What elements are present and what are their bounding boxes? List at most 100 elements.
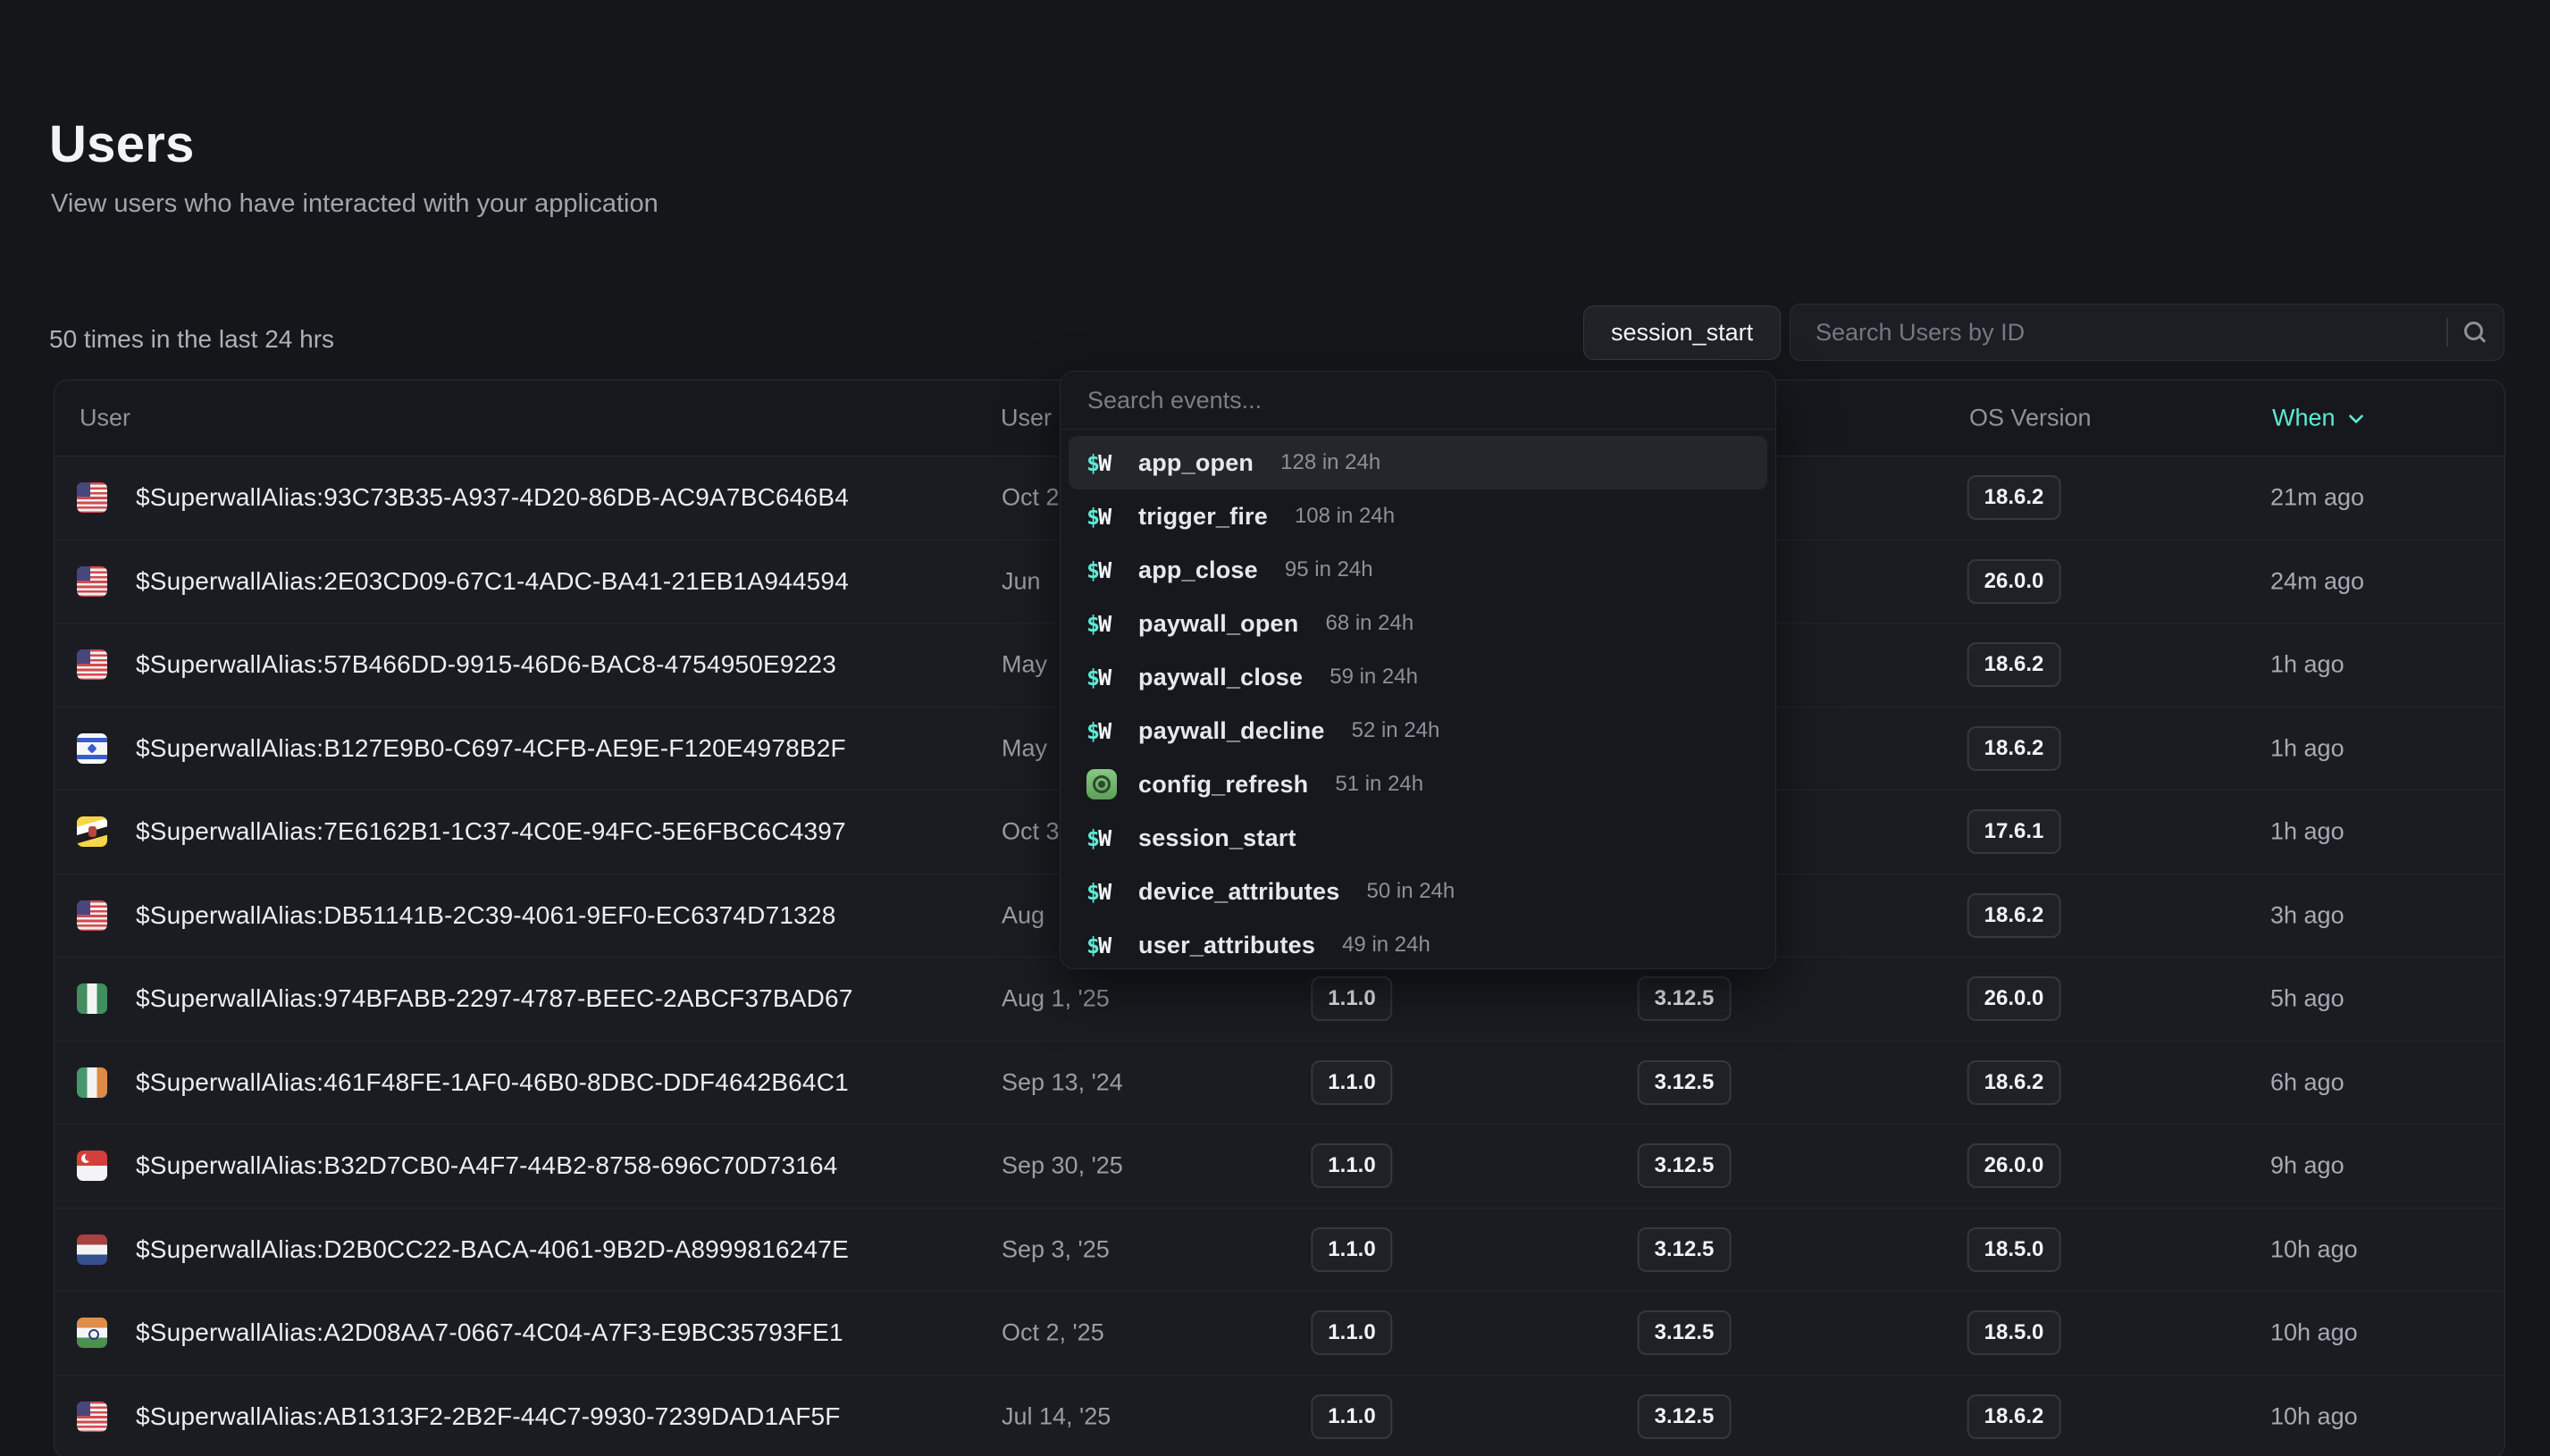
- event-list-item[interactable]: $W paywall_decline 52 in 24h: [1069, 704, 1767, 757]
- event-count: 128 in 24h: [1280, 450, 1380, 475]
- last-seen: 6h ago: [2270, 1068, 2344, 1096]
- event-list-item[interactable]: $Wpaywall_open68 in 24h: [1069, 597, 1767, 650]
- last-seen: 10h ago: [2270, 1319, 2358, 1347]
- superwall-event-icon: $W: [1086, 666, 1119, 689]
- last-seen: 1h ago: [2270, 818, 2344, 846]
- last-seen: 1h ago: [2270, 734, 2344, 762]
- users-page: Users View users who have interacted wit…: [0, 0, 2550, 1456]
- user-first-seen: Sep 13, '24: [1002, 1068, 1123, 1096]
- superwall-event-icon: $W: [1086, 720, 1119, 742]
- country-flag-icon: [77, 733, 107, 764]
- sdk-version-badge: 3.12.5: [1638, 1310, 1732, 1355]
- user-first-seen: Jun: [1002, 567, 1041, 595]
- sdk-version-badge: 3.12.5: [1638, 1394, 1732, 1439]
- user-first-seen: Oct 2, '25: [1002, 1319, 1104, 1347]
- event-name: app_close: [1138, 556, 1258, 584]
- country-flag-icon: [77, 482, 107, 513]
- user-alias: $SuperwallAlias:A2D08AA7-0667-4C04-A7F3-…: [136, 1318, 843, 1347]
- events-search-input[interactable]: [1087, 387, 1749, 414]
- event-list-item[interactable]: $W device_attributes 50 in 24h: [1069, 865, 1767, 918]
- sdk-version-badge: 3.12.5: [1638, 976, 1732, 1021]
- country-flag-icon: [77, 900, 107, 931]
- os-version-badge: 26.0.0: [1967, 1143, 2061, 1188]
- last-seen: 5h ago: [2270, 985, 2344, 1013]
- event-count: 50 in 24h: [1367, 879, 1455, 904]
- event-name: paywall_decline: [1138, 717, 1325, 745]
- events-dropdown: $W app_open 128 in 24h $Wtrigger_fire108 in…: [1060, 371, 1776, 969]
- event-count: 52 in 24h: [1352, 718, 1440, 743]
- table-row[interactable]: $SuperwallAlias:D2B0CC22-BACA-4061-9B2D-…: [55, 1209, 2504, 1293]
- superwall-event-icon: $W: [1086, 506, 1119, 528]
- table-row[interactable]: $SuperwallAlias:AB1313F2-2B2F-44C7-9930-…: [55, 1376, 2504, 1456]
- event-count: 68 in 24h: [1325, 611, 1413, 636]
- country-flag-icon: [77, 1318, 107, 1348]
- column-header-when-label: When: [2272, 405, 2336, 432]
- user-alias: $SuperwallAlias:D2B0CC22-BACA-4061-9B2D-…: [136, 1235, 849, 1264]
- user-alias: $SuperwallAlias:B32D7CB0-A4F7-44B2-8758-…: [136, 1151, 838, 1180]
- superwall-event-icon: $W: [1086, 881, 1119, 903]
- event-count: 108 in 24h: [1295, 504, 1395, 529]
- os-version-badge: 18.6.2: [1967, 726, 2061, 771]
- event-list-item[interactable]: $Wuser_attributes49 in 24h: [1069, 918, 1767, 969]
- user-first-seen: Oct 3: [1002, 818, 1060, 846]
- table-row[interactable]: $SuperwallAlias:B32D7CB0-A4F7-44B2-8758-…: [55, 1125, 2504, 1209]
- events-list: $W app_open 128 in 24h $Wtrigger_fire108 in…: [1061, 430, 1775, 969]
- user-alias: $SuperwallAlias:974BFABB-2297-4787-BEEC-…: [136, 984, 853, 1013]
- event-list-item[interactable]: $Wtrigger_fire108 in 24h: [1069, 490, 1767, 543]
- event-filter-button[interactable]: session_start: [1583, 305, 1781, 360]
- event-count-summary: 50 times in the last 24 hrs: [49, 325, 334, 354]
- os-version-badge: 18.5.0: [1967, 1310, 2061, 1355]
- page-title: Users: [49, 114, 195, 174]
- user-first-seen: Oct 2: [1002, 484, 1060, 512]
- event-name: paywall_close: [1138, 664, 1303, 691]
- os-version-badge: 17.6.1: [1967, 809, 2061, 854]
- user-alias: $SuperwallAlias:57B466DD-9915-46D6-BAC8-…: [136, 650, 836, 679]
- user-first-seen: Sep 3, '25: [1002, 1235, 1110, 1263]
- column-header-user: User: [80, 405, 130, 432]
- event-list-item[interactable]: $W app_open 128 in 24h: [1069, 436, 1767, 490]
- app-version-badge: 1.1.0: [1311, 1227, 1392, 1272]
- event-list-item[interactable]: $W session_start: [1069, 811, 1767, 865]
- event-name: paywall_open: [1138, 610, 1298, 638]
- sdk-version-badge: 3.12.5: [1638, 1143, 1732, 1188]
- table-row[interactable]: $SuperwallAlias:974BFABB-2297-4787-BEEC-…: [55, 958, 2504, 1042]
- column-header-os-version: OS Version: [1969, 405, 2092, 432]
- column-header-when[interactable]: When: [2272, 405, 2368, 432]
- superwall-event-icon: $W: [1086, 827, 1119, 849]
- app-version-badge: 1.1.0: [1311, 1394, 1392, 1439]
- table-row[interactable]: $SuperwallAlias:A2D08AA7-0667-4C04-A7F3-…: [55, 1292, 2504, 1376]
- user-first-seen: Aug 1, '25: [1002, 985, 1110, 1013]
- user-first-seen: May: [1002, 734, 1047, 762]
- event-list-item[interactable]: $Wpaywall_close59 in 24h: [1069, 650, 1767, 704]
- os-version-badge: 26.0.0: [1967, 559, 2061, 604]
- event-count: 95 in 24h: [1285, 557, 1373, 582]
- user-alias: $SuperwallAlias:93C73B35-A937-4D20-86DB-…: [136, 483, 849, 512]
- user-first-seen: Sep 30, '25: [1002, 1152, 1123, 1180]
- event-list-item[interactable]: $Wapp_close95 in 24h: [1069, 543, 1767, 597]
- last-seen: 10h ago: [2270, 1403, 2358, 1431]
- app-version-badge: 1.1.0: [1311, 1143, 1392, 1188]
- country-flag-icon: [77, 566, 107, 597]
- event-name: device_attributes: [1138, 878, 1340, 906]
- os-version-badge: 18.6.2: [1967, 893, 2061, 938]
- event-list-item[interactable]: config_refresh51 in 24h: [1069, 757, 1767, 811]
- event-name: app_open: [1138, 449, 1254, 477]
- last-seen: 24m ago: [2270, 567, 2364, 595]
- country-flag-icon: [77, 1234, 107, 1265]
- sdk-version-badge: 3.12.5: [1638, 1060, 1732, 1105]
- table-row[interactable]: $SuperwallAlias:461F48FE-1AF0-46B0-8DBC-…: [55, 1042, 2504, 1125]
- event-name: session_start: [1138, 824, 1296, 852]
- user-alias: $SuperwallAlias:B127E9B0-C697-4CFB-AE9E-…: [136, 734, 846, 763]
- chevron-down-icon: [2344, 406, 2368, 430]
- user-first-seen: Jul 14, '25: [1002, 1403, 1111, 1431]
- country-flag-icon: [77, 983, 107, 1014]
- events-search-row: [1061, 372, 1775, 430]
- superwall-event-icon: $W: [1086, 452, 1119, 474]
- os-version-badge: 18.6.2: [1967, 1394, 2061, 1439]
- os-version-badge: 18.6.2: [1967, 475, 2061, 520]
- app-version-badge: 1.1.0: [1311, 976, 1392, 1021]
- user-search-input[interactable]: [1816, 319, 2437, 347]
- user-search-box: [1790, 304, 2504, 361]
- search-icon: [2464, 322, 2486, 343]
- config-refresh-icon: [1086, 769, 1117, 799]
